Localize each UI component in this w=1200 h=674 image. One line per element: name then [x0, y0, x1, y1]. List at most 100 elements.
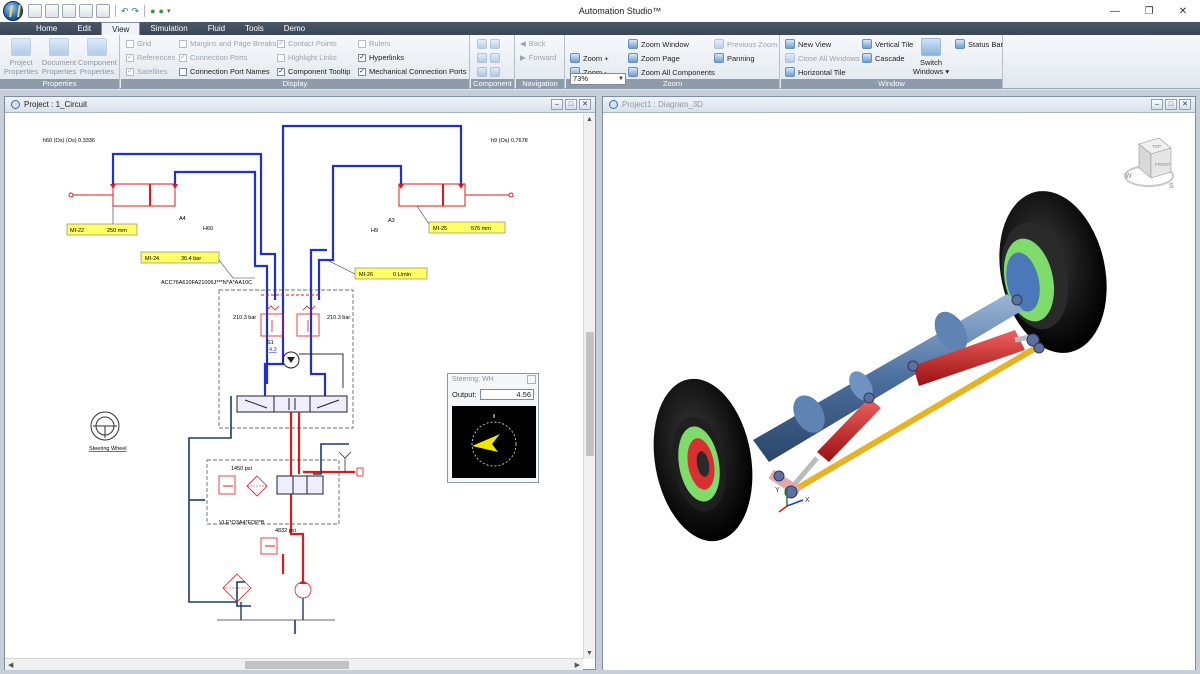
pressure-reducing-valve[interactable] — [218, 475, 236, 495]
references-checkbox[interactable]: ✓ References — [126, 53, 175, 62]
align-bottom-icon[interactable] — [490, 53, 500, 63]
back-button[interactable]: ◀ Back — [520, 39, 545, 48]
circuit-minimize-button[interactable]: – — [551, 99, 563, 110]
diagram-window-header[interactable]: Project1 : Diagram_3D – □ ✕ — [603, 97, 1195, 113]
zoom-page-button[interactable]: Zoom Page — [628, 53, 680, 63]
diagram-minimize-button[interactable]: – — [1151, 99, 1163, 110]
vle-label: VLE*O3A4*FDP*B — [219, 520, 265, 526]
align-left-icon[interactable] — [477, 39, 487, 49]
circuit-window-header[interactable]: Project : 1_Circuit – □ ✕ — [5, 97, 595, 113]
switch-windows-button[interactable]: Switch Windows ▾ — [911, 38, 951, 76]
tab-demo[interactable]: Demo — [274, 22, 315, 35]
zoom-all-components-button[interactable]: Zoom All Components — [628, 67, 715, 77]
circuit-vertical-scrollbar[interactable]: ▲ ▼ — [583, 114, 595, 659]
circuit-close-button[interactable]: ✕ — [579, 99, 591, 110]
group-component: Component — [471, 35, 515, 89]
panning-button[interactable]: Panning — [714, 53, 755, 63]
undo-icon[interactable]: ↶ — [121, 6, 129, 17]
connection-ports-checkbox[interactable]: ✓ Connection Ports — [179, 53, 248, 62]
pressure-1450: 1450 psi — [231, 466, 252, 472]
steering-gauge-panel[interactable]: Steering: WH Output: 4.56 — [447, 373, 539, 483]
relief-valve-left[interactable] — [260, 305, 284, 337]
save-icon[interactable] — [62, 4, 76, 18]
app-logo[interactable] — [0, 0, 26, 22]
meter-mi-22[interactable]: MI-22 250 mm — [66, 206, 138, 236]
gauge-close-icon[interactable] — [527, 375, 536, 384]
new-view-button[interactable]: New View — [785, 39, 831, 49]
svg-text:576 mm: 576 mm — [471, 226, 491, 232]
component-tooltip-checkbox[interactable]: ✓ Component Tooltip — [277, 67, 350, 76]
cylinder-a4[interactable] — [68, 183, 178, 207]
vertical-tile-button[interactable]: Vertical Tile — [862, 39, 913, 49]
step-icon[interactable]: ● — [159, 6, 164, 16]
directional-valve-secondary[interactable] — [276, 475, 324, 495]
new-icon[interactable] — [28, 4, 42, 18]
pump[interactable] — [294, 580, 312, 599]
tab-simulation[interactable]: Simulation — [140, 22, 197, 35]
status-bar-button[interactable]: Status Bar — [955, 39, 1003, 49]
steering-wheel[interactable] — [90, 411, 120, 441]
diagram-close-button[interactable]: ✕ — [1179, 99, 1191, 110]
circuit-horizontal-scrollbar[interactable]: ◀ ▶ — [5, 658, 583, 670]
filter[interactable] — [246, 475, 268, 497]
component-properties-button[interactable]: Component Properties — [78, 38, 117, 76]
hyperlinks-checkbox[interactable]: ✓ Hyperlinks — [358, 53, 404, 62]
link-4-3[interactable]: 4.3 — [269, 347, 277, 353]
rulers-checkbox[interactable]: Rulers — [358, 39, 391, 48]
connection-port-names-checkbox[interactable]: Connection Port Names — [179, 67, 270, 76]
minimize-button[interactable]: — — [1098, 0, 1132, 22]
diagram-maximize-button[interactable]: □ — [1165, 99, 1177, 110]
tab-edit[interactable]: Edit — [67, 22, 101, 35]
relief-valve-right[interactable] — [296, 305, 320, 337]
contact-points-checkbox[interactable]: ✓ Contact Points — [277, 39, 337, 48]
zoom-window-icon — [628, 39, 638, 49]
zoom-in-icon — [570, 53, 580, 63]
align-top-icon[interactable] — [477, 53, 487, 63]
meter-mi-26[interactable]: MI-26 0 L/min — [326, 259, 428, 280]
tab-home[interactable]: Home — [26, 22, 67, 35]
project-properties-button[interactable]: Project Properties — [2, 38, 40, 76]
distribute-h-icon[interactable] — [477, 67, 487, 77]
cylinder-a3[interactable] — [398, 183, 514, 207]
customize-qat-icon[interactable]: ▾ — [167, 7, 171, 15]
satellites-checkbox[interactable]: ✓ Satellites — [126, 67, 167, 76]
align-right-icon[interactable] — [490, 39, 500, 49]
meter-mi-25[interactable]: MI-25 576 mm — [416, 205, 506, 234]
circuit-maximize-button[interactable]: □ — [565, 99, 577, 110]
margins-checkbox[interactable]: Margins and Page Breaks — [179, 39, 276, 48]
diagram-3d-window: Project1 : Diagram_3D – □ ✕ TOP FRONT W … — [602, 96, 1196, 670]
previous-zoom-button[interactable]: Previous Zoom — [714, 39, 777, 49]
forward-button[interactable]: ▶ Forward — [520, 53, 556, 62]
h60-label: H60 — [203, 226, 213, 232]
document-properties-button[interactable]: Document Properties — [40, 38, 78, 76]
meter-mi-24[interactable]: MI-24 36.4 bar — [140, 251, 255, 279]
close-button[interactable]: ✕ — [1166, 0, 1200, 22]
diagram-3d-viewport[interactable]: TOP FRONT W S Y X — [603, 114, 1195, 670]
mechanical-connection-ports-checkbox[interactable]: ✓ Mechanical Connection Ports — [358, 67, 467, 76]
redo-icon[interactable]: ↷ — [132, 6, 140, 17]
close-all-windows-button[interactable]: Close All Windows — [785, 53, 860, 63]
restore-button[interactable]: ❐ — [1132, 0, 1166, 22]
svg-text:250 mm: 250 mm — [107, 228, 127, 234]
distribute-v-icon[interactable] — [490, 67, 500, 77]
grid-checkbox[interactable]: Grid — [126, 39, 151, 48]
print-icon[interactable] — [96, 4, 110, 18]
zoom-level-select[interactable]: 73% ▼ — [570, 73, 626, 85]
h9-label: H9 — [371, 228, 378, 234]
flow-motor[interactable] — [282, 351, 300, 369]
tab-view[interactable]: View — [101, 22, 141, 35]
highlight-links-checkbox[interactable]: Highlight Links — [277, 53, 337, 62]
cascade-button[interactable]: Cascade — [862, 53, 905, 63]
tab-fluid[interactable]: Fluid — [198, 22, 235, 35]
zoom-in-button[interactable]: Zoom + — [570, 53, 609, 63]
group-label-display: Display — [121, 79, 469, 89]
open-icon[interactable] — [45, 4, 59, 18]
tab-tools[interactable]: Tools — [235, 22, 274, 35]
save-all-icon[interactable] — [79, 4, 93, 18]
horizontal-tile-button[interactable]: Horizontal Tile — [785, 67, 846, 77]
svg-text:W: W — [1125, 173, 1132, 180]
play-icon[interactable]: ● — [150, 6, 155, 16]
zoom-window-button[interactable]: Zoom Window — [628, 39, 689, 49]
directional-valve-main[interactable] — [236, 395, 348, 413]
relief-valve-4832[interactable] — [260, 537, 278, 555]
